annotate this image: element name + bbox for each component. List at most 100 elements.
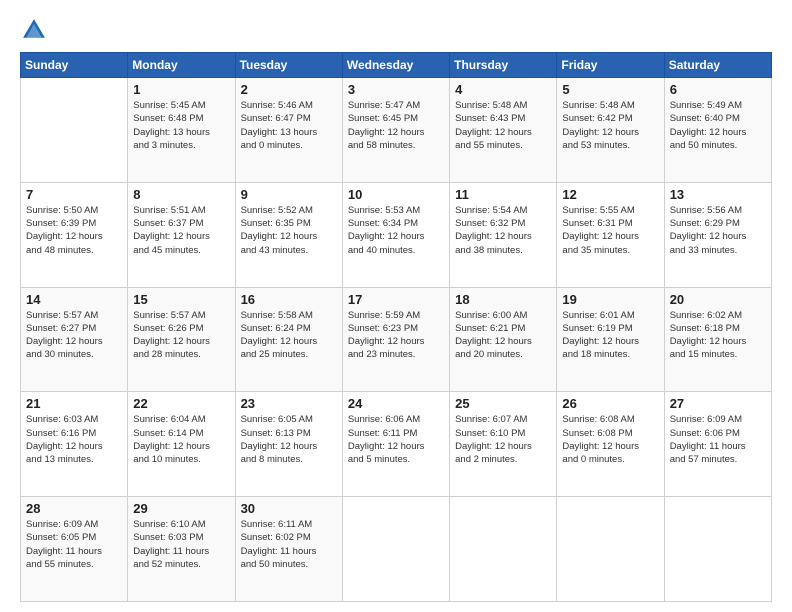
day-number: 22 [133, 396, 229, 411]
day-number: 1 [133, 82, 229, 97]
day-number: 12 [562, 187, 658, 202]
calendar-cell: 10 Sunrise: 5:53 AM Sunset: 6:34 PM Dayli… [342, 182, 449, 287]
calendar-cell: 6 Sunrise: 5:49 AM Sunset: 6:40 PM Daylig… [664, 78, 771, 183]
calendar-cell: 7Sunrise: 5:50 AM Sunset: 6:39 PM Daylig… [21, 182, 128, 287]
calendar-cell: 11 Sunrise: 5:54 AM Sunset: 6:32 PM Dayli… [450, 182, 557, 287]
calendar-cell: 5 Sunrise: 5:48 AM Sunset: 6:42 PM Daylig… [557, 78, 664, 183]
calendar-cell: 24 Sunrise: 6:06 AM Sunset: 6:11 PM Dayli… [342, 392, 449, 497]
calendar-cell: 20Sunrise: 6:02 AM Sunset: 6:18 PM Dayli… [664, 287, 771, 392]
day-info: Sunrise: 5:57 AM Sunset: 6:27 PM Dayligh… [26, 309, 122, 362]
day-info: Sunrise: 5:47 AM Sunset: 6:45 PM Dayligh… [348, 99, 444, 152]
day-number: 25 [455, 396, 551, 411]
day-number: 21 [26, 396, 122, 411]
calendar-table: SundayMondayTuesdayWednesdayThursdayFrid… [20, 52, 772, 602]
day-number: 3 [348, 82, 444, 97]
day-info: Sunrise: 5:46 AM Sunset: 6:47 PM Dayligh… [241, 99, 337, 152]
day-info: Sunrise: 5:52 AM Sunset: 6:35 PM Dayligh… [241, 204, 337, 257]
day-info: Sunrise: 5:54 AM Sunset: 6:32 PM Dayligh… [455, 204, 551, 257]
day-number: 27 [670, 396, 766, 411]
day-info: Sunrise: 6:05 AM Sunset: 6:13 PM Dayligh… [241, 413, 337, 466]
day-number: 6 [670, 82, 766, 97]
calendar-cell: 27Sunrise: 6:09 AM Sunset: 6:06 PM Dayli… [664, 392, 771, 497]
day-info: Sunrise: 6:04 AM Sunset: 6:14 PM Dayligh… [133, 413, 229, 466]
logo [20, 16, 52, 44]
day-info: Sunrise: 5:55 AM Sunset: 6:31 PM Dayligh… [562, 204, 658, 257]
day-number: 19 [562, 292, 658, 307]
calendar-cell: 15Sunrise: 5:57 AM Sunset: 6:26 PM Dayli… [128, 287, 235, 392]
calendar-cell: 14 Sunrise: 5:57 AM Sunset: 6:27 PM Dayli… [21, 287, 128, 392]
day-info: Sunrise: 5:58 AM Sunset: 6:24 PM Dayligh… [241, 309, 337, 362]
calendar-cell: 9 Sunrise: 5:52 AM Sunset: 6:35 PM Daylig… [235, 182, 342, 287]
day-info: Sunrise: 6:09 AM Sunset: 6:05 PM Dayligh… [26, 518, 122, 571]
day-info: Sunrise: 6:03 AM Sunset: 6:16 PM Dayligh… [26, 413, 122, 466]
calendar-week-4: 28 Sunrise: 6:09 AM Sunset: 6:05 PM Dayli… [21, 497, 772, 602]
calendar-cell: 22 Sunrise: 6:04 AM Sunset: 6:14 PM Dayli… [128, 392, 235, 497]
calendar-cell: 30Sunrise: 6:11 AM Sunset: 6:02 PM Dayli… [235, 497, 342, 602]
day-number: 28 [26, 501, 122, 516]
day-number: 10 [348, 187, 444, 202]
day-number: 5 [562, 82, 658, 97]
calendar-cell: 26 Sunrise: 6:08 AM Sunset: 6:08 PM Dayli… [557, 392, 664, 497]
calendar-cell: 25Sunrise: 6:07 AM Sunset: 6:10 PM Dayli… [450, 392, 557, 497]
calendar-cell [342, 497, 449, 602]
calendar-cell: 3 Sunrise: 5:47 AM Sunset: 6:45 PM Daylig… [342, 78, 449, 183]
day-number: 13 [670, 187, 766, 202]
day-number: 17 [348, 292, 444, 307]
day-number: 4 [455, 82, 551, 97]
calendar-cell: 17 Sunrise: 5:59 AM Sunset: 6:23 PM Dayli… [342, 287, 449, 392]
day-number: 26 [562, 396, 658, 411]
calendar-cell: 23 Sunrise: 6:05 AM Sunset: 6:13 PM Dayli… [235, 392, 342, 497]
day-info: Sunrise: 6:01 AM Sunset: 6:19 PM Dayligh… [562, 309, 658, 362]
day-number: 23 [241, 396, 337, 411]
calendar-cell: 2 Sunrise: 5:46 AM Sunset: 6:47 PM Daylig… [235, 78, 342, 183]
weekday-header-row: SundayMondayTuesdayWednesdayThursdayFrid… [21, 53, 772, 78]
logo-icon [20, 16, 48, 44]
weekday-header-tuesday: Tuesday [235, 53, 342, 78]
day-info: Sunrise: 5:50 AM Sunset: 6:39 PM Dayligh… [26, 204, 122, 257]
calendar-week-1: 7Sunrise: 5:50 AM Sunset: 6:39 PM Daylig… [21, 182, 772, 287]
day-number: 2 [241, 82, 337, 97]
day-info: Sunrise: 5:59 AM Sunset: 6:23 PM Dayligh… [348, 309, 444, 362]
calendar-cell: 1 Sunrise: 5:45 AM Sunset: 6:48 PM Daylig… [128, 78, 235, 183]
calendar-cell [557, 497, 664, 602]
day-info: Sunrise: 6:00 AM Sunset: 6:21 PM Dayligh… [455, 309, 551, 362]
day-info: Sunrise: 5:49 AM Sunset: 6:40 PM Dayligh… [670, 99, 766, 152]
day-info: Sunrise: 5:57 AM Sunset: 6:26 PM Dayligh… [133, 309, 229, 362]
page: SundayMondayTuesdayWednesdayThursdayFrid… [0, 0, 792, 612]
weekday-header-wednesday: Wednesday [342, 53, 449, 78]
day-info: Sunrise: 6:08 AM Sunset: 6:08 PM Dayligh… [562, 413, 658, 466]
day-number: 11 [455, 187, 551, 202]
day-info: Sunrise: 5:51 AM Sunset: 6:37 PM Dayligh… [133, 204, 229, 257]
calendar-cell: 18 Sunrise: 6:00 AM Sunset: 6:21 PM Dayli… [450, 287, 557, 392]
day-info: Sunrise: 6:10 AM Sunset: 6:03 PM Dayligh… [133, 518, 229, 571]
calendar-cell: 28 Sunrise: 6:09 AM Sunset: 6:05 PM Dayli… [21, 497, 128, 602]
day-number: 29 [133, 501, 229, 516]
day-number: 9 [241, 187, 337, 202]
day-info: Sunrise: 5:48 AM Sunset: 6:43 PM Dayligh… [455, 99, 551, 152]
calendar-cell [450, 497, 557, 602]
calendar-week-2: 14 Sunrise: 5:57 AM Sunset: 6:27 PM Dayli… [21, 287, 772, 392]
day-number: 30 [241, 501, 337, 516]
calendar-cell: 29 Sunrise: 6:10 AM Sunset: 6:03 PM Dayli… [128, 497, 235, 602]
day-info: Sunrise: 5:45 AM Sunset: 6:48 PM Dayligh… [133, 99, 229, 152]
day-number: 14 [26, 292, 122, 307]
calendar-cell: 8 Sunrise: 5:51 AM Sunset: 6:37 PM Daylig… [128, 182, 235, 287]
day-number: 18 [455, 292, 551, 307]
calendar-week-0: 1 Sunrise: 5:45 AM Sunset: 6:48 PM Daylig… [21, 78, 772, 183]
calendar-cell [664, 497, 771, 602]
weekday-header-thursday: Thursday [450, 53, 557, 78]
day-number: 8 [133, 187, 229, 202]
calendar-week-3: 21 Sunrise: 6:03 AM Sunset: 6:16 PM Dayli… [21, 392, 772, 497]
day-info: Sunrise: 6:02 AM Sunset: 6:18 PM Dayligh… [670, 309, 766, 362]
day-number: 24 [348, 396, 444, 411]
weekday-header-friday: Friday [557, 53, 664, 78]
weekday-header-monday: Monday [128, 53, 235, 78]
day-info: Sunrise: 5:53 AM Sunset: 6:34 PM Dayligh… [348, 204, 444, 257]
calendar-cell [21, 78, 128, 183]
header [20, 16, 772, 44]
day-info: Sunrise: 5:56 AM Sunset: 6:29 PM Dayligh… [670, 204, 766, 257]
day-info: Sunrise: 5:48 AM Sunset: 6:42 PM Dayligh… [562, 99, 658, 152]
calendar-cell: 13 Sunrise: 5:56 AM Sunset: 6:29 PM Dayli… [664, 182, 771, 287]
weekday-header-saturday: Saturday [664, 53, 771, 78]
day-info: Sunrise: 6:06 AM Sunset: 6:11 PM Dayligh… [348, 413, 444, 466]
